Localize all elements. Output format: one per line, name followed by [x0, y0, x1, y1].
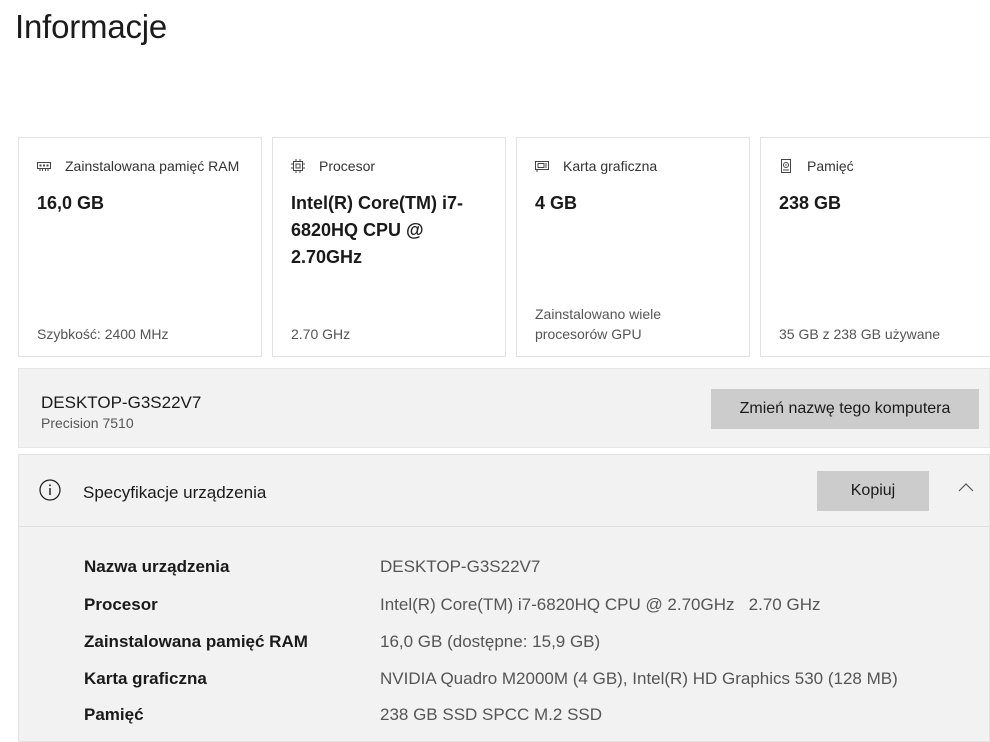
- copy-button[interactable]: Kopiuj: [817, 471, 929, 511]
- spec-value: NVIDIA Quadro M2000M (4 GB), Intel(R) HD…: [380, 669, 898, 688]
- card-processor: Procesor Intel(R) Core(TM) i7-6820HQ CPU…: [272, 137, 506, 357]
- summary-cards: Zainstalowana pamięć RAM 16,0 GB Szybkoś…: [18, 137, 990, 359]
- processor-icon: [291, 159, 305, 173]
- spec-value: DESKTOP-G3S22V7: [380, 557, 541, 576]
- chevron-up-icon[interactable]: [957, 479, 975, 497]
- card-footer: 35 GB z 238 GB używane: [779, 326, 941, 342]
- device-specifications-panel: Specyfikacje urządzenia Kopiuj Nazwa urz…: [18, 454, 990, 742]
- spec-value: 238 GB SSD SPCC M.2 SSD: [380, 705, 603, 724]
- rename-pc-button[interactable]: Zmień nazwę tego komputera: [711, 389, 979, 429]
- card-value: 16,0 GB: [37, 193, 105, 213]
- spec-label: Karta graficzna: [84, 669, 207, 688]
- spec-row: Karta graficzna NVIDIA Quadro M2000M (4 …: [19, 669, 989, 697]
- card-footer: Zainstalowano wiele procesorów GPU: [535, 306, 662, 342]
- device-info-bar: DESKTOP-G3S22V7 Precision 7510 Zmień naz…: [18, 368, 990, 448]
- spec-title: Specyfikacje urządzenia: [83, 483, 267, 502]
- spec-label: Zainstalowana pamięć RAM: [84, 632, 308, 651]
- card-storage: Pamięć 238 GB 35 GB z 238 GB używane: [760, 137, 990, 357]
- card-footer: Szybkość: 2400 MHz: [37, 326, 169, 342]
- spec-label: Nazwa urządzenia: [84, 557, 230, 576]
- ram-icon: [37, 159, 51, 173]
- page-title: Informacje: [15, 8, 168, 45]
- spec-row: Pamięć 238 GB SSD SPCC M.2 SSD: [19, 705, 989, 733]
- storage-icon: [779, 159, 793, 173]
- spec-header[interactable]: Specyfikacje urządzenia Kopiuj: [19, 455, 989, 527]
- device-model: Precision 7510: [41, 415, 134, 431]
- card-header: Karta graficzna: [535, 158, 657, 174]
- card-label: Procesor: [319, 158, 376, 174]
- graphics-card-icon: [535, 159, 549, 173]
- info-icon: [39, 479, 61, 501]
- card-label: Pamięć: [807, 158, 854, 174]
- card-footer: 2.70 GHz: [291, 326, 351, 342]
- spec-row: Zainstalowana pamięć RAM 16,0 GB (dostęp…: [19, 632, 989, 660]
- spec-value: Intel(R) Core(TM) i7-6820HQ CPU @ 2.70GH…: [380, 595, 821, 614]
- card-ram: Zainstalowana pamięć RAM 16,0 GB Szybkoś…: [18, 137, 262, 357]
- spec-row: Procesor Intel(R) Core(TM) i7-6820HQ CPU…: [19, 595, 989, 623]
- device-name: DESKTOP-G3S22V7: [41, 393, 202, 412]
- card-graphics: Karta graficzna 4 GB Zainstalowano wiele…: [516, 137, 750, 357]
- spec-label: Pamięć: [84, 705, 144, 724]
- spec-label: Procesor: [84, 595, 158, 614]
- card-header: Procesor: [291, 158, 375, 174]
- card-label: Karta graficzna: [563, 158, 658, 174]
- card-value: Intel(R) Core(TM) i7-6820HQ CPU @ 2.70GH…: [291, 193, 463, 267]
- card-label: Zainstalowana pamięć RAM: [65, 158, 240, 174]
- card-value: 238 GB: [779, 193, 842, 213]
- spec-value: 16,0 GB (dostępne: 15,9 GB): [380, 632, 601, 651]
- spec-row: Nazwa urządzenia DESKTOP-G3S22V7: [19, 557, 989, 585]
- card-value: 4 GB: [535, 193, 578, 213]
- card-header: Pamięć: [779, 158, 854, 174]
- card-header: Zainstalowana pamięć RAM: [37, 158, 239, 174]
